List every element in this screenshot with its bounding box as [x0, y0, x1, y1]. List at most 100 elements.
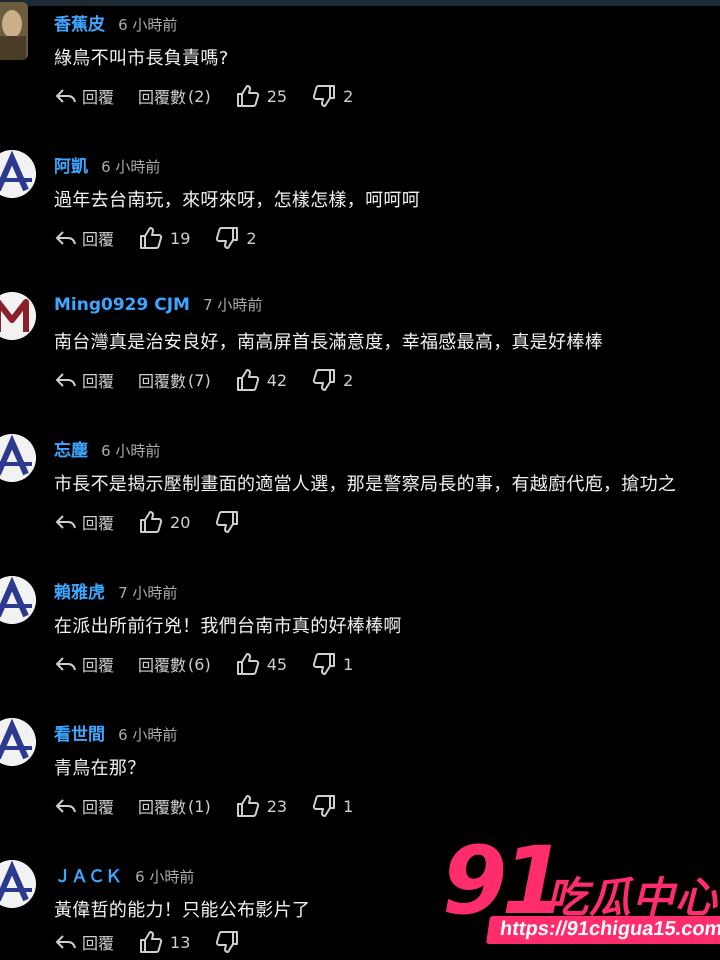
replies-count: (1) [188, 796, 211, 816]
comment-item: 看世間 6 小時前 青鳥在那？ 回覆 回覆數 (1) 23 1 [0, 710, 720, 852]
like-button[interactable]: 42 [235, 368, 287, 392]
comment-author[interactable]: 賴雅虎 [54, 583, 105, 603]
avatar[interactable] [0, 434, 36, 482]
thumbs-up-icon [140, 511, 163, 533]
reply-label: 回覆 [82, 88, 115, 107]
dislike-button[interactable] [214, 930, 244, 954]
reply-button[interactable]: 回覆 [54, 652, 114, 676]
comment-time[interactable]: 6 小時前 [101, 158, 160, 176]
replies-label: 回覆數 [138, 656, 187, 675]
comment-time[interactable]: 7 小時前 [203, 296, 262, 314]
reply-icon [55, 231, 76, 245]
replies-label: 回覆數 [138, 88, 187, 107]
comment-text: 綠鳥不叫市長負責嗎? [54, 48, 229, 69]
comment-item: 香蕉皮 6 小時前 綠鳥不叫市長負責嗎? 回覆 回覆數 (2) 25 2 [0, 0, 720, 142]
like-button[interactable]: 45 [235, 652, 287, 676]
avatar[interactable] [0, 860, 36, 908]
reply-icon [55, 515, 76, 529]
comment-author[interactable]: 看世間 [54, 725, 105, 745]
dislike-count: 2 [343, 370, 354, 390]
replies-label: 回覆數 [138, 798, 187, 817]
comment-item: 阿凱 6 小時前 過年去台南玩，來呀來呀，怎樣怎樣，呵呵呵 回覆 19 2 [0, 142, 720, 284]
reply-icon [55, 373, 76, 387]
reply-button[interactable]: 回覆 [54, 226, 114, 250]
dislike-button[interactable] [214, 510, 244, 534]
reply-icon [55, 89, 76, 103]
comment-author[interactable]: 阿凱 [54, 157, 88, 177]
reply-button[interactable]: 回覆 [54, 794, 114, 818]
reply-button[interactable]: 回覆 [54, 84, 114, 108]
reply-button[interactable]: 回覆 [54, 930, 114, 954]
replies-button[interactable]: 回覆數 (6) [138, 652, 211, 676]
replies-button[interactable]: 回覆數 (2) [138, 84, 211, 108]
comment-time[interactable]: 6 小時前 [135, 868, 194, 886]
comment-item: 忘塵 6 小時前 市長不是揭示壓制畫面的適當人選，那是警察局長的事，有越廚代庖，… [0, 426, 720, 568]
avatar[interactable] [0, 576, 36, 624]
reply-label: 回覆 [82, 230, 115, 249]
comment-text: 青鳥在那？ [54, 758, 146, 779]
reply-label: 回覆 [82, 656, 115, 675]
comment-text: 在派出所前行兇！我們台南市真的好棒棒啊 [54, 616, 402, 637]
comment-time[interactable]: 6 小時前 [101, 442, 160, 460]
reply-icon [55, 657, 76, 671]
avatar[interactable] [0, 150, 36, 198]
like-button[interactable]: 23 [235, 794, 287, 818]
thumbs-up-icon [236, 795, 259, 817]
like-count: 42 [266, 370, 288, 390]
thumbs-up-icon [140, 931, 163, 953]
like-count: 13 [170, 932, 191, 952]
thumbs-up-icon [236, 653, 259, 675]
like-count: 45 [266, 654, 288, 674]
comment-item: Ming0929 CJM 7 小時前 南台灣真是治安良好，南高屏首長滿意度，幸福… [0, 284, 720, 426]
reply-icon [55, 935, 76, 949]
comment-author[interactable]: 忘塵 [54, 441, 88, 461]
thumbs-down-icon [216, 931, 239, 953]
comment-author[interactable]: ＪＡＣＫ [54, 867, 122, 887]
comment-time[interactable]: 7 小時前 [118, 584, 177, 602]
replies-count: (2) [188, 86, 211, 106]
replies-button[interactable]: 回覆數 (7) [138, 368, 211, 392]
replies-count: (7) [188, 370, 211, 390]
reply-icon [55, 799, 76, 813]
reply-button[interactable]: 回覆 [54, 510, 114, 534]
like-count: 20 [170, 512, 191, 532]
thumbs-down-icon [312, 653, 336, 675]
replies-button[interactable]: 回覆數 (1) [138, 794, 211, 818]
like-count: 25 [266, 86, 288, 106]
dislike-count: 1 [343, 654, 354, 674]
like-button[interactable]: 13 [138, 930, 190, 954]
reply-label: 回覆 [82, 798, 115, 817]
avatar[interactable] [0, 292, 36, 340]
reply-label: 回覆 [82, 934, 115, 953]
watermark-url: https://91chigua15.com [486, 916, 720, 944]
comment-text: 黃偉哲的能力！只能公布影片了 [54, 900, 311, 921]
thumbs-down-icon [216, 511, 239, 533]
dislike-count: 2 [246, 228, 257, 248]
like-count: 23 [266, 796, 288, 816]
like-button[interactable]: 20 [138, 510, 190, 534]
thumbs-up-icon [236, 369, 259, 391]
replies-count: (6) [188, 654, 211, 674]
like-button[interactable]: 25 [235, 84, 287, 108]
dislike-button[interactable]: 2 [311, 84, 353, 108]
comment-author[interactable]: Ming0929 CJM [54, 295, 190, 315]
comment-item: 賴雅虎 7 小時前 在派出所前行兇！我們台南市真的好棒棒啊 回覆 回覆數 (6)… [0, 568, 720, 710]
dislike-button[interactable]: 2 [311, 368, 353, 392]
comment-time[interactable]: 6 小時前 [118, 726, 177, 744]
avatar[interactable] [0, 718, 36, 766]
replies-label: 回覆數 [138, 372, 187, 391]
avatar[interactable] [0, 2, 28, 60]
comment-text: 南台灣真是治安良好，南高屏首長滿意度，幸福感最高，真是好棒棒 [54, 332, 603, 353]
dislike-button[interactable]: 2 [214, 226, 257, 250]
like-button[interactable]: 19 [138, 226, 190, 250]
dislike-button[interactable]: 1 [311, 794, 353, 818]
comment-text: 市長不是揭示壓制畫面的適當人選，那是警察局長的事，有越廚代庖，搶功之 [54, 474, 677, 495]
like-count: 19 [170, 228, 191, 248]
reply-button[interactable]: 回覆 [54, 368, 114, 392]
reply-label: 回覆 [82, 372, 115, 391]
comment-time[interactable]: 6 小時前 [118, 16, 177, 34]
dislike-button[interactable]: 1 [311, 652, 353, 676]
reply-label: 回覆 [82, 514, 115, 533]
comment-author[interactable]: 香蕉皮 [54, 15, 105, 35]
thumbs-down-icon [312, 85, 336, 107]
